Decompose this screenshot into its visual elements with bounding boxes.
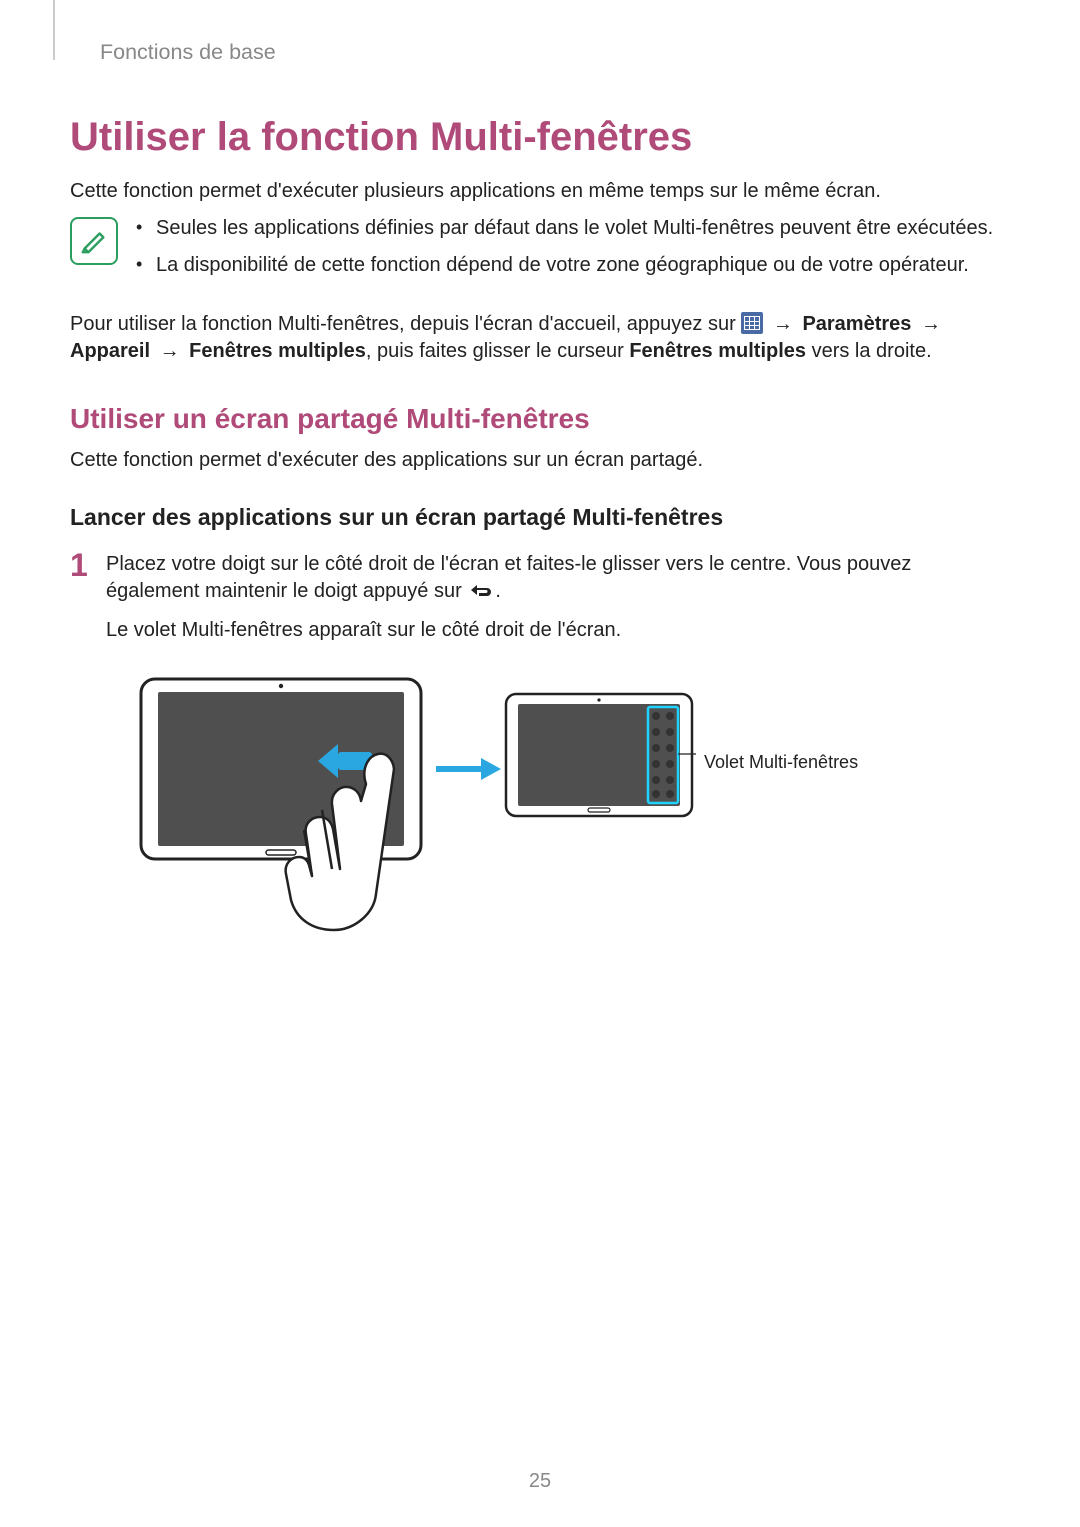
callout-text: Volet Multi-fenêtres [704, 752, 858, 772]
enable-paragraph: Pour utiliser la fonction Multi-fenêtres… [70, 311, 1010, 365]
note-block: Seules les applications définies par déf… [70, 215, 1010, 289]
step-1-pre: Placez votre doigt sur le côté droit de … [106, 553, 911, 602]
header-accent-line [53, 0, 55, 60]
apps-grid-icon [741, 312, 763, 334]
step-paragraph-1: Placez votre doigt sur le côté droit de … [106, 551, 1010, 605]
arrow-icon: → [773, 313, 793, 335]
arrow-icon: → [160, 340, 180, 362]
step-block: 1 Placez votre doigt sur le côté droit d… [70, 551, 1010, 656]
step-paragraph-2: Le volet Multi-fenêtres apparaît sur le … [106, 617, 1010, 644]
page-number: 25 [0, 1470, 1080, 1493]
subsection-intro: Cette fonction permet d'exécuter des app… [70, 447, 1010, 474]
subsubsection-title: Lancer des applications sur un écran par… [70, 504, 1010, 531]
intro-paragraph: Cette fonction permet d'exécuter plusieu… [70, 178, 1010, 205]
arrow-icon: → [921, 313, 941, 335]
note-item: La disponibilité de cette fonction dépen… [136, 252, 1010, 279]
note-list: Seules les applications définies par déf… [136, 215, 1010, 289]
step-1-post: . [495, 580, 501, 602]
section-header: Fonctions de base [70, 40, 1010, 65]
enable-text-mid: , puis faites glisser le curseur [366, 340, 629, 362]
subsection-title: Utiliser un écran partagé Multi-fenêtres [70, 403, 1010, 435]
figure: Volet Multi-fenêtres [136, 674, 1010, 944]
figure-callout: Volet Multi-fenêtres [704, 752, 858, 773]
page-title: Utiliser la fonction Multi-fenêtres [70, 115, 1010, 160]
tablet-illustration [136, 674, 696, 944]
device-label: Appareil [70, 340, 150, 362]
note-icon [70, 217, 118, 265]
note-item: Seules les applications définies par déf… [136, 215, 1010, 242]
enable-text-pre: Pour utiliser la fonction Multi-fenêtres… [70, 313, 741, 335]
multiwindow-label: Fenêtres multiples [189, 340, 366, 362]
back-icon [467, 581, 495, 599]
settings-label: Paramètres [802, 313, 911, 335]
enable-text-post: vers la droite. [806, 340, 932, 362]
step-number: 1 [70, 549, 106, 581]
multiwindow-label-2: Fenêtres multiples [629, 340, 806, 362]
